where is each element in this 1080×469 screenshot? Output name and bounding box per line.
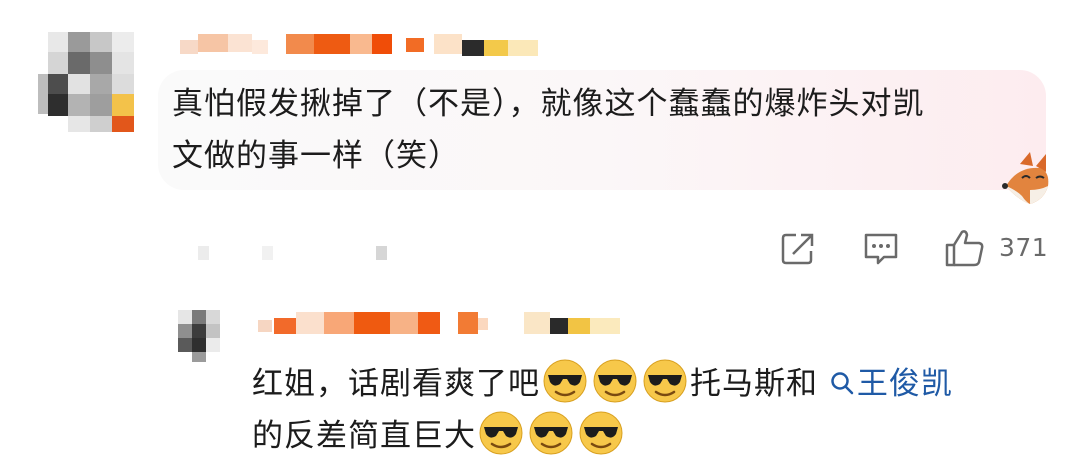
comment-icon[interactable] [862,231,900,267]
share-icon[interactable] [780,231,816,267]
mention-link[interactable]: 王俊凯 [829,366,953,402]
cool-sunglasses-emoji-icon [579,411,623,455]
cool-sunglasses-emoji-icon [593,359,637,403]
comment-text-line1: 真怕假发揪掉了（不是），就像这个蠢蠢的爆炸头对凯 [172,86,925,122]
reply-text-line2: 的反差简直巨大 [252,418,476,454]
like-icon[interactable] [944,228,986,268]
replier-username[interactable] [258,312,628,336]
mention-name: 王俊凯 [856,366,953,402]
search-icon [831,372,854,395]
comment-meta-pixel [262,246,273,260]
commenter-avatar[interactable] [38,30,142,134]
cool-sunglasses-emoji-icon [643,359,687,403]
cool-sunglasses-emoji-icon [479,411,523,455]
comment-text-line2: 文做的事一样（笑） [172,138,460,174]
comment-meta-pixel [376,246,387,260]
reply-text-part2: 托马斯和 [690,366,818,402]
comment-text: 真怕假发揪掉了（不是），就像这个蠢蠢的爆炸头对凯 文做的事一样（笑） [172,78,1032,182]
reply-text: 红姐，话剧看爽了吧 托马斯和 王俊凯 的反差简直巨大 [252,358,1052,462]
cool-sunglasses-emoji-icon [529,411,573,455]
replier-avatar[interactable] [178,310,230,362]
comment-meta-pixel [198,246,209,260]
reply-text-part1: 红姐，话剧看爽了吧 [252,366,540,402]
like-count: 371 [999,233,1049,262]
cool-sunglasses-emoji-icon [543,359,587,403]
commenter-username[interactable] [180,34,540,58]
fox-decoration-icon [1002,152,1049,204]
